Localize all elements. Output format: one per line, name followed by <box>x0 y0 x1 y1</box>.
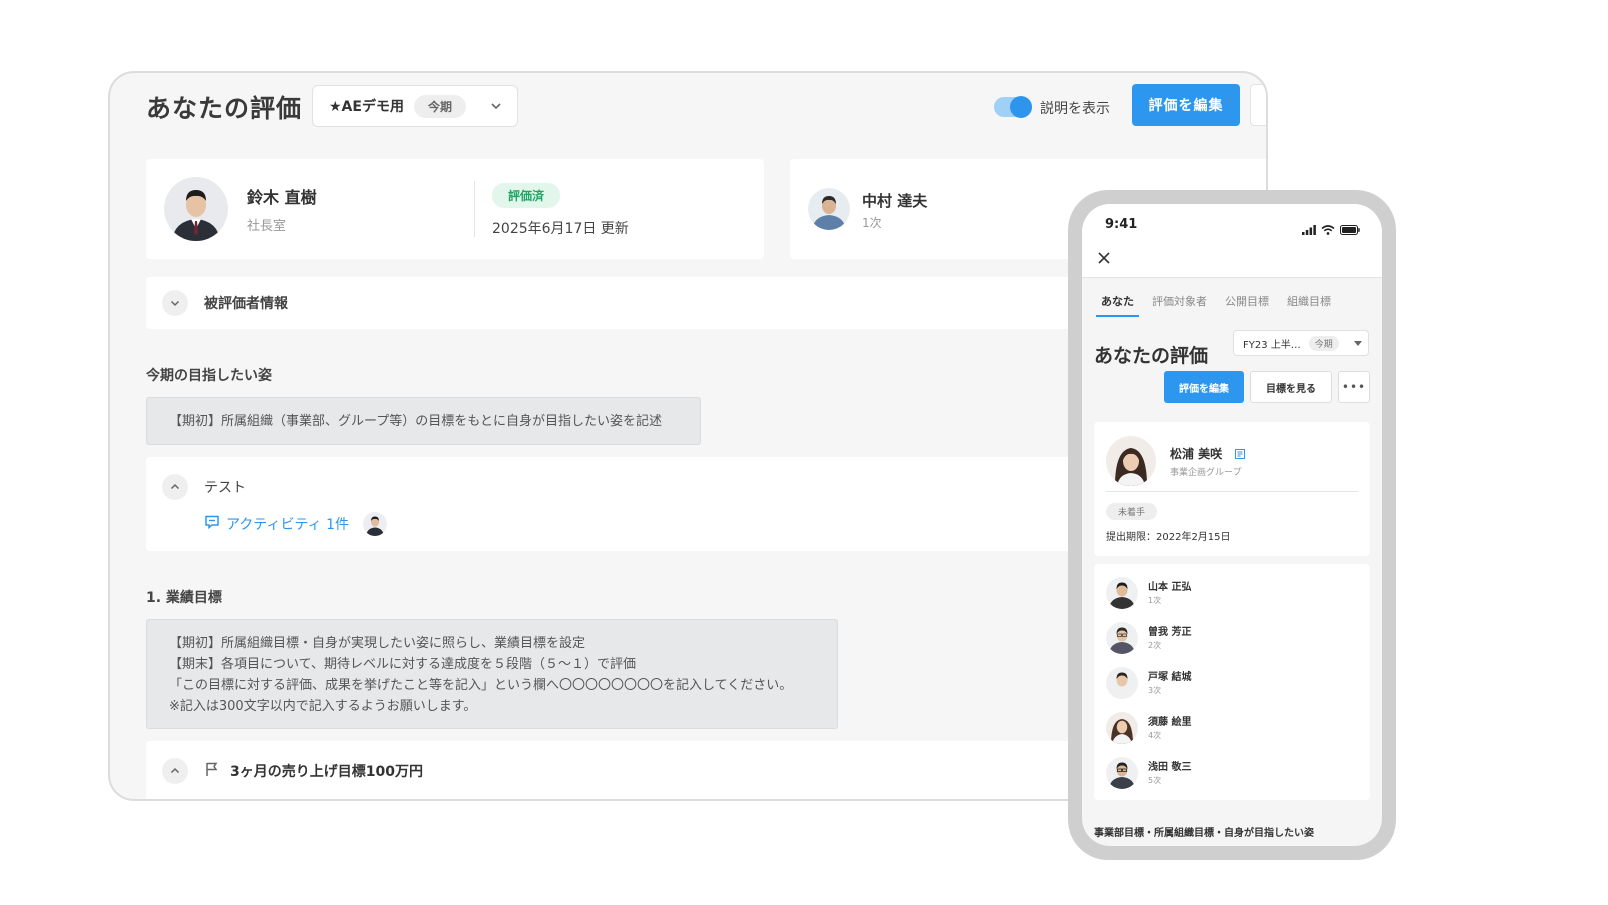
avatar <box>1106 436 1156 486</box>
avatar <box>164 177 228 241</box>
evaluator-order: 3次 <box>1148 686 1162 695</box>
chevron-down-icon[interactable] <box>162 290 188 316</box>
aspiration-heading: 今期の目指したい姿 <box>146 368 272 384</box>
period-name: ★AEデモ用 <box>329 99 404 115</box>
caret-down-icon <box>1354 340 1362 346</box>
performance-note-line: 【期初】所属組織目標・自身が実現したい姿に照らし、業績目標を設定 <box>169 636 586 651</box>
performance-heading: 1. 業績目標 <box>146 590 222 606</box>
tab-org-goals[interactable]: 組織目標 <box>1278 284 1340 324</box>
close-row <box>1082 242 1382 278</box>
profile-card-icon[interactable] <box>1234 448 1246 460</box>
divider <box>474 181 475 237</box>
status-bar: 9:41 <box>1082 204 1382 242</box>
evaluatee-name: 鈴木 直樹 <box>247 188 317 207</box>
list-item[interactable]: 浅田 敬三 5次 <box>1106 755 1356 791</box>
status-badge: 未着手 <box>1106 503 1158 520</box>
avatar <box>1106 622 1138 654</box>
evaluator-name: 浅田 敬三 <box>1148 762 1192 773</box>
evaluator-order: 2次 <box>1148 641 1162 650</box>
stage: あなたの評価 ★AEデモ用 今期 説明を表示 評価を編集 鈴木 直樹 社長室 評… <box>0 0 1608 905</box>
activity-count: アクティビティ 1件 <box>226 517 349 533</box>
mobile-edit-evaluation-button[interactable]: 評価を編集 <box>1164 371 1244 403</box>
evaluator-name: 中村 達夫 <box>862 192 928 210</box>
period-badge: 今期 <box>1308 335 1339 351</box>
signal-icon <box>1302 220 1316 239</box>
wifi-icon <box>1321 220 1335 239</box>
flag-icon <box>204 761 220 781</box>
section-title: 被評価者情報 <box>204 296 288 312</box>
deadline: 提出期限：2022年2月15日 <box>1106 532 1231 543</box>
evaluatee-card: 鈴木 直樹 社長室 評価済 2025年6月17日 更新 <box>146 159 764 259</box>
performance-note-line: 「この目標に対する評価、成果を挙げたこと等を記入」という欄へ〇〇〇〇〇〇〇〇を記… <box>169 678 793 693</box>
close-icon[interactable] <box>1096 250 1112 266</box>
period-badge: 今期 <box>413 94 466 118</box>
evaluator-name: 曽我 芳正 <box>1148 627 1192 638</box>
more-actions-button[interactable] <box>1250 84 1266 126</box>
mobile-evaluatee-card: 松浦 美咲 事業企画グループ 未着手 提出期限：2022年2月15日 <box>1094 422 1370 556</box>
show-description-toggle[interactable] <box>994 96 1032 118</box>
tab-you[interactable]: あなた <box>1092 284 1143 324</box>
evaluator-name: 戸塚 結城 <box>1148 672 1192 683</box>
chevron-down-icon <box>487 97 505 115</box>
evaluator-order: 4次 <box>1148 731 1162 740</box>
desktop-header: あなたの評価 ★AEデモ用 今期 説明を表示 評価を編集 <box>110 73 1266 141</box>
tab-public-goals[interactable]: 公開目標 <box>1216 284 1278 324</box>
evaluatee-dept: 事業企画グループ <box>1170 468 1242 478</box>
page-title: あなたの評価 <box>146 94 303 123</box>
avatar <box>1106 757 1138 789</box>
status-badge: 評価済 <box>492 183 561 208</box>
evaluator-list: 山本 正弘 1次 曽我 芳正 2次 戸塚 結城 3次 須藤 絵里 4次 浅田 敬… <box>1094 564 1370 800</box>
performance-note-line: ※記入は300文字以内で記入するようお願いします。 <box>169 699 477 714</box>
clock: 9:41 <box>1105 217 1138 232</box>
more-button[interactable]: ••• <box>1338 371 1370 403</box>
avatar <box>1106 712 1138 744</box>
evaluatee-dept: 社長室 <box>247 219 287 234</box>
mobile-tabs: あなた 評価対象者 公開目標 組織目標 <box>1082 284 1382 324</box>
battery-icon <box>1340 220 1360 239</box>
updated-date: 2025年6月17日 更新 <box>492 221 629 237</box>
evaluator-name: 須藤 絵里 <box>1148 717 1192 728</box>
avatar <box>362 512 387 536</box>
view-goals-button[interactable]: 目標を見る <box>1250 371 1332 403</box>
evaluatee-name: 松浦 美咲 <box>1170 447 1223 461</box>
evaluator-name: 山本 正弘 <box>1148 582 1192 593</box>
avatar <box>808 188 850 230</box>
divider <box>1106 491 1358 492</box>
list-item[interactable]: 須藤 絵里 4次 <box>1106 710 1356 746</box>
activity-link[interactable]: アクティビティ 1件 <box>204 512 387 536</box>
list-item[interactable]: 戸塚 結城 3次 <box>1106 665 1356 701</box>
phone-screen: 9:41 あなた 評価対象者 公開目標 組織目標 あなたの評価 FY23 上半…… <box>1082 204 1382 846</box>
toggle-label: 説明を表示 <box>1040 101 1110 117</box>
chevron-up-icon[interactable] <box>162 474 188 500</box>
evaluator-order: 5次 <box>1148 776 1162 785</box>
goal-title: 3ヶ月の売り上げ目標100万円 <box>230 764 423 780</box>
performance-note-line: 【期末】各項目について、期待レベルに対する達成度を５段階（５〜１）で評価 <box>169 657 636 672</box>
evaluator-order: 1次 <box>1148 596 1162 605</box>
aspiration-note: 【期初】所属組織（事業部、グループ等）の目標をもとに自身が目指したい姿を記述 <box>146 397 701 445</box>
phone-frame: 9:41 あなた 評価対象者 公開目標 組織目標 あなたの評価 FY23 上半…… <box>1068 190 1396 860</box>
list-item[interactable]: 山本 正弘 1次 <box>1106 575 1356 611</box>
chevron-up-icon[interactable] <box>162 758 188 784</box>
mobile-evaluatee-name-row: 松浦 美咲 <box>1170 445 1246 462</box>
comment-icon <box>204 514 220 534</box>
avatar <box>1106 667 1138 699</box>
evaluator-order: 1次 <box>862 216 882 230</box>
aspiration-item-title: テスト <box>204 480 246 496</box>
status-icons <box>1302 220 1360 239</box>
avatar <box>1106 577 1138 609</box>
mobile-section-heading: 事業部目標・所属組織目標・自身が目指したい姿 <box>1094 828 1314 839</box>
mobile-period-select[interactable]: FY23 上半… 今期 <box>1233 330 1369 356</box>
period-select[interactable]: ★AEデモ用 今期 <box>312 85 518 127</box>
aspiration-note-text: 【期初】所属組織（事業部、グループ等）の目標をもとに自身が目指したい姿を記述 <box>169 414 662 429</box>
tab-evaluatees[interactable]: 評価対象者 <box>1143 284 1216 324</box>
mobile-page-title: あなたの評価 <box>1094 345 1209 367</box>
performance-note: 【期初】所属組織目標・自身が実現したい姿に照らし、業績目標を設定 【期末】各項目… <box>146 619 838 729</box>
edit-evaluation-button[interactable]: 評価を編集 <box>1132 84 1240 126</box>
list-item[interactable]: 曽我 芳正 2次 <box>1106 620 1356 656</box>
period-name: FY23 上半… <box>1243 339 1301 351</box>
